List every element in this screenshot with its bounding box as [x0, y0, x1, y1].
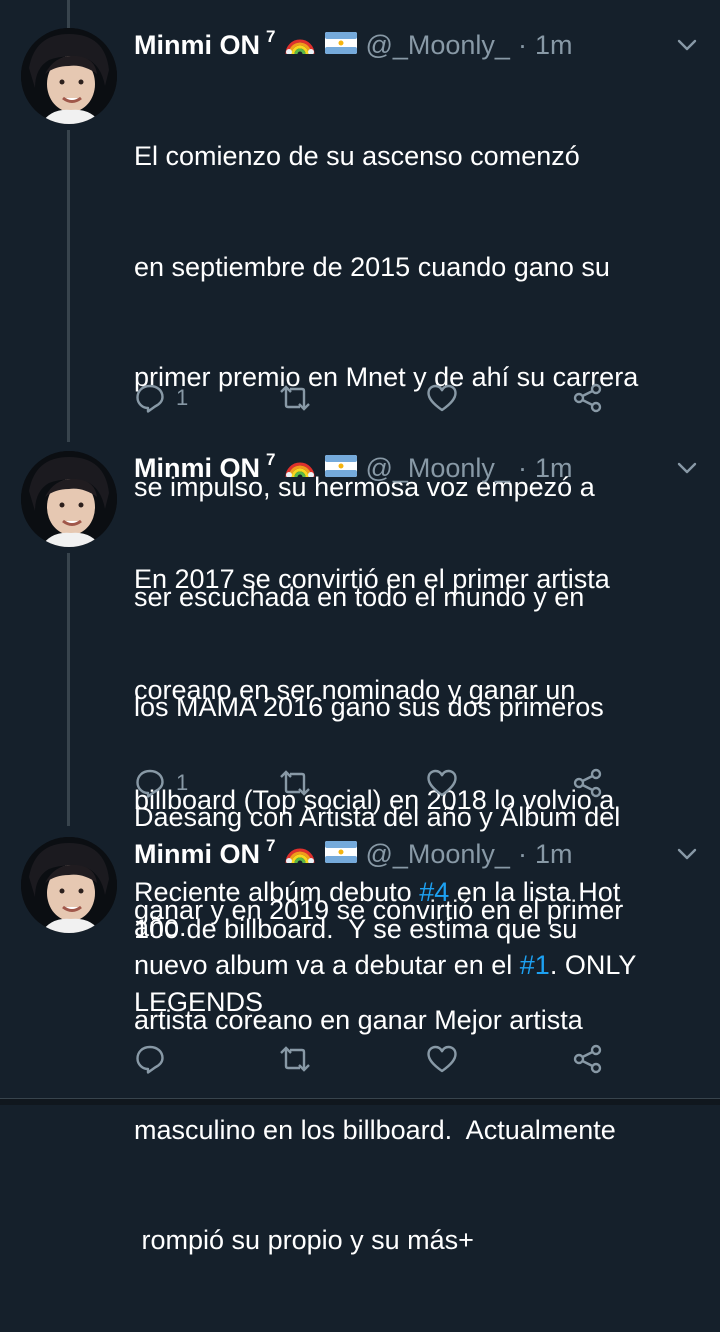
- heart-icon: [427, 384, 457, 412]
- tweet-actions: 1: [134, 381, 614, 415]
- retweet-icon: [280, 770, 310, 796]
- share-icon: [573, 1044, 602, 1074]
- like-button[interactable]: [426, 381, 458, 415]
- rainbow-emoji: [285, 837, 315, 871]
- share-button[interactable]: [572, 1042, 604, 1076]
- tweet-actions: 1: [134, 766, 614, 800]
- avatar[interactable]: [21, 28, 117, 124]
- user-handle[interactable]: @_Moonly_: [365, 28, 509, 62]
- rainbow-emoji: [285, 28, 315, 62]
- tweet-text-line: En 2017 se convirtió en el primer artist…: [134, 564, 610, 595]
- chevron-down-icon[interactable]: [676, 843, 698, 865]
- share-icon: [573, 383, 602, 413]
- reply-icon: [136, 384, 164, 413]
- share-button[interactable]: [572, 381, 604, 415]
- tweet[interactable]: Minmi ON 7 @_Moonly_ · 1m El comienzo de…: [0, 27, 720, 942]
- separator-dot: ·: [517, 839, 527, 869]
- chevron-down-icon[interactable]: [676, 457, 698, 479]
- user-handle[interactable]: @_Moonly_: [365, 451, 509, 485]
- tweet-text-line: en septiembre de 2015 cuando gano su: [134, 251, 610, 282]
- tweet-header: Minmi ON 7 @_Moonly_ · 1m: [134, 27, 573, 62]
- reply-button[interactable]: [134, 1042, 176, 1076]
- tweet-header: Minmi ON 7 @_Moonly_ · 1m: [134, 450, 573, 485]
- name-superscript: 7: [266, 836, 276, 855]
- share-button[interactable]: [572, 766, 604, 800]
- reply-icon: [136, 769, 164, 798]
- heart-icon: [427, 1045, 457, 1073]
- retweet-button[interactable]: [278, 766, 312, 800]
- avatar[interactable]: [21, 451, 117, 547]
- tweet-text-segment: Reciente albúm debuto: [134, 877, 420, 907]
- name-superscript: 7: [266, 450, 276, 469]
- reply-icon: [136, 1045, 164, 1074]
- name-superscript: 7: [266, 27, 276, 46]
- separator-dot: ·: [517, 453, 527, 483]
- argentina-flag-emoji: [325, 837, 358, 871]
- tweet-text-line: coreano en ser nominado y ganar un: [134, 674, 576, 705]
- reply-count: 1: [176, 770, 189, 795]
- tweet-header: Minmi ON 7 @_Moonly_ · 1m: [134, 836, 573, 871]
- retweet-button[interactable]: [278, 1042, 312, 1076]
- retweet-icon: [280, 385, 310, 411]
- display-name[interactable]: Minmi ON: [134, 28, 260, 62]
- reply-button[interactable]: 1: [134, 766, 188, 800]
- heart-icon: [427, 769, 457, 797]
- rainbow-emoji: [285, 451, 315, 485]
- hashtag-link[interactable]: #1: [520, 950, 550, 980]
- timestamp[interactable]: 1m: [535, 837, 573, 871]
- display-name[interactable]: Minmi ON: [134, 837, 260, 871]
- tweet[interactable]: Minmi ON 7 @_Moonly_ · 1m Reciente albúm…: [0, 836, 720, 1082]
- retweet-icon: [280, 1046, 310, 1072]
- tweet-text-line: rompió su propio y su más+: [134, 1225, 474, 1256]
- tweet-actions: [134, 1042, 614, 1076]
- reply-count: 1: [176, 385, 189, 410]
- like-button[interactable]: [426, 766, 458, 800]
- share-icon: [573, 768, 602, 798]
- bottom-divider: [0, 1098, 720, 1105]
- tweet-text: Reciente albúm debuto #4 en la lista Hot…: [134, 874, 694, 1021]
- reply-button[interactable]: 1: [134, 381, 188, 415]
- tweet-text-line: El comienzo de su ascenso comenzó: [134, 141, 580, 172]
- tweet-text-line: masculino en los billboard. Actualmente: [134, 1114, 616, 1145]
- like-button[interactable]: [426, 1042, 458, 1076]
- retweet-button[interactable]: [278, 381, 312, 415]
- argentina-flag-emoji: [325, 28, 358, 62]
- argentina-flag-emoji: [325, 451, 358, 485]
- display-name[interactable]: Minmi ON: [134, 451, 260, 485]
- separator-dot: ·: [517, 30, 527, 60]
- avatar[interactable]: [21, 837, 117, 933]
- timestamp[interactable]: 1m: [535, 28, 573, 62]
- hashtag-link[interactable]: #4: [419, 877, 449, 907]
- user-handle[interactable]: @_Moonly_: [365, 837, 509, 871]
- chevron-down-icon[interactable]: [676, 34, 698, 56]
- thread-line: [67, 0, 70, 28]
- timestamp[interactable]: 1m: [535, 451, 573, 485]
- tweet[interactable]: Minmi ON 7 @_Moonly_ · 1m En 2017 se con…: [0, 450, 720, 1255]
